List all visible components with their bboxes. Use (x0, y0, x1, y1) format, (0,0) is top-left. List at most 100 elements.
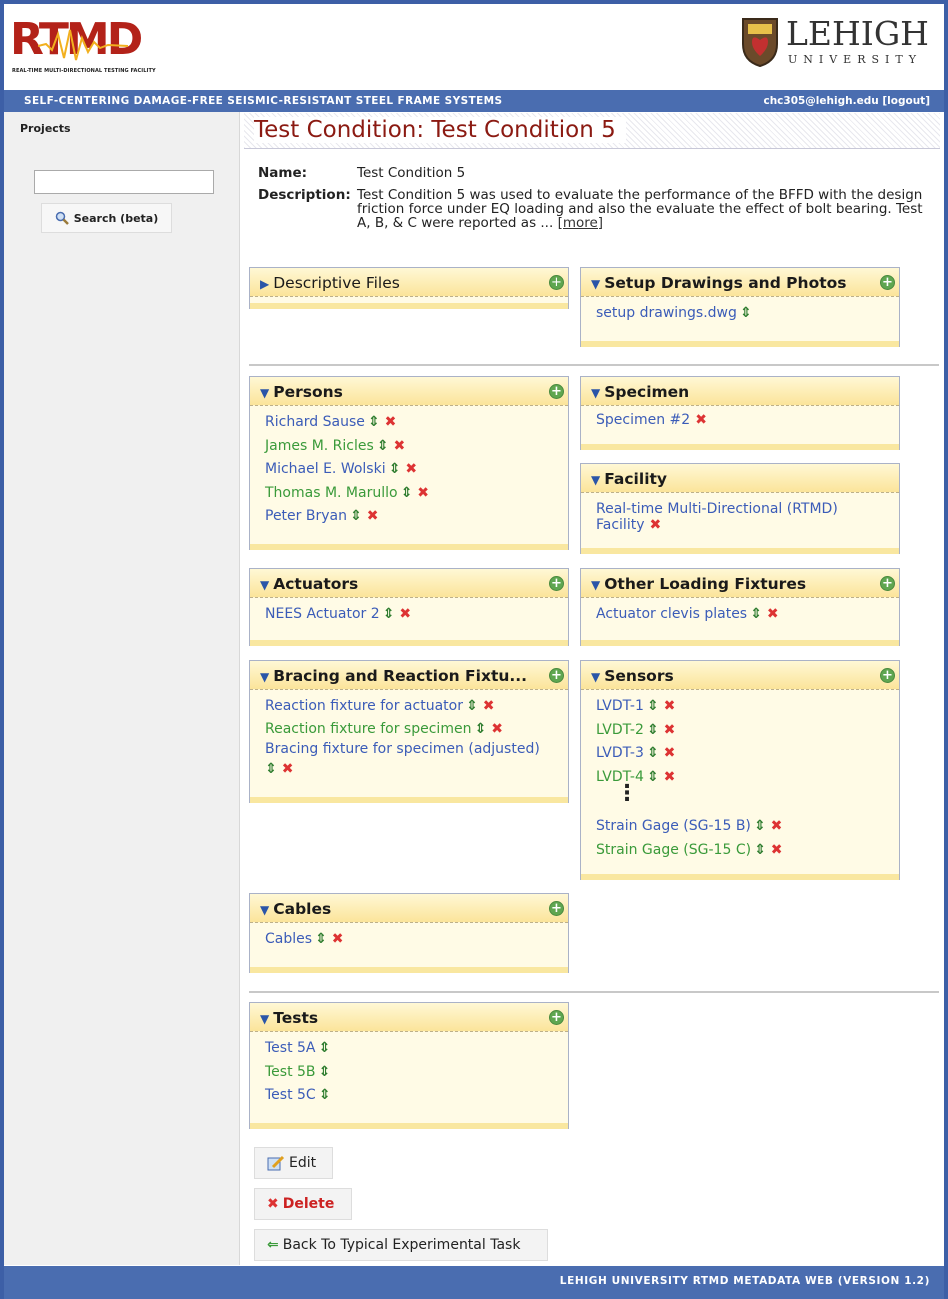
search-button[interactable]: Search (beta) (41, 203, 172, 233)
page-title-bar: Test Condition: Test Condition 5 (244, 113, 940, 149)
move-arrows-icon[interactable]: ⇕ (319, 1040, 331, 1056)
move-arrows-icon[interactable]: ⇕ (389, 461, 401, 477)
rtmd-logo[interactable]: RTMD REAL-TIME MULTI-DIRECTIONAL TESTING… (10, 18, 182, 80)
sensors-header[interactable]: ▼ Sensors + (581, 661, 899, 690)
add-circle-icon[interactable]: + (880, 668, 895, 683)
delete-x-icon[interactable]: ✖ (650, 517, 662, 533)
move-arrows-icon[interactable]: ⇕ (319, 1064, 331, 1080)
delete-x-icon[interactable]: ✖ (405, 461, 417, 477)
delete-x-icon[interactable]: ✖ (664, 745, 676, 761)
edit-button-label: Edit (289, 1155, 317, 1171)
sidebar: Projects Search (beta) (4, 112, 240, 1265)
list-item: Real-time Multi-Directional (RTMD) Facil… (596, 498, 859, 533)
move-arrows-icon[interactable]: ⇕ (754, 818, 766, 834)
delete-x-icon[interactable]: ✖ (771, 842, 783, 858)
magnifier-icon (55, 211, 69, 225)
delete-x-icon[interactable]: ✖ (771, 818, 783, 834)
delete-x-icon[interactable]: ✖ (417, 485, 429, 501)
move-arrows-icon[interactable]: ⇕ (740, 305, 752, 321)
move-arrows-icon[interactable]: ⇕ (647, 745, 659, 761)
item-link[interactable]: NEES Actuator 2 (265, 606, 380, 622)
delete-x-icon[interactable]: ✖ (695, 412, 707, 428)
add-circle-icon[interactable]: + (549, 668, 564, 683)
move-arrows-icon[interactable]: ⇕ (466, 698, 478, 714)
delete-x-icon[interactable]: ✖ (367, 508, 379, 524)
tests-header[interactable]: ▼ Tests + (250, 1003, 568, 1032)
item-link[interactable]: Actuator clevis plates (596, 606, 747, 622)
project-title[interactable]: SELF-CENTERING DAMAGE-FREE SEISMIC-RESIS… (24, 95, 503, 107)
lehigh-logo[interactable]: LEHIGH UNIVERSITY (740, 14, 940, 80)
search-input[interactable] (34, 170, 214, 194)
item-link[interactable]: Michael E. Wolski (265, 461, 386, 477)
delete-x-icon[interactable]: ✖ (664, 722, 676, 738)
add-circle-icon[interactable]: + (549, 576, 564, 591)
user-logout-link[interactable]: chc305@lehigh.edu [logout] (763, 95, 930, 107)
back-button[interactable]: ⇐ Back To Typical Experimental Task (254, 1229, 548, 1261)
item-link[interactable]: Reaction fixture for actuator (265, 698, 463, 714)
setup-drawings-header[interactable]: ▼ Setup Drawings and Photos + (581, 268, 899, 297)
move-arrows-icon[interactable]: ⇕ (750, 606, 762, 622)
item-link[interactable]: LVDT-1 (596, 698, 644, 714)
list-item: LVDT-3 ⇕ ✖ (596, 742, 899, 766)
add-circle-icon[interactable]: + (880, 275, 895, 290)
item-link[interactable]: Strain Gage (SG-15 B) (596, 818, 751, 834)
more-link[interactable]: [more] (558, 215, 604, 231)
delete-x-icon[interactable]: ✖ (664, 698, 676, 714)
delete-button[interactable]: ✖ Delete (254, 1188, 352, 1220)
delete-x-icon[interactable]: ✖ (664, 769, 676, 785)
facility-header[interactable]: ▼ Facility (581, 464, 899, 493)
item-link[interactable]: Richard Sause (265, 414, 365, 430)
move-arrows-icon[interactable]: ⇕ (265, 761, 277, 777)
delete-x-icon[interactable]: ✖ (385, 414, 397, 430)
move-arrows-icon[interactable]: ⇕ (474, 721, 486, 737)
item-link[interactable]: Test 5B (265, 1064, 316, 1080)
delete-x-icon[interactable]: ✖ (394, 438, 406, 454)
item-link[interactable]: Reaction fixture for specimen (265, 721, 471, 737)
projects-heading[interactable]: Projects (20, 122, 71, 135)
specimen-header[interactable]: ▼ Specimen (581, 377, 899, 406)
move-arrows-icon[interactable]: ⇕ (319, 1087, 331, 1103)
persons-header[interactable]: ▼ Persons + (250, 377, 568, 406)
move-arrows-icon[interactable]: ⇕ (383, 606, 395, 622)
add-circle-icon[interactable]: + (880, 576, 895, 591)
delete-x-icon[interactable]: ✖ (491, 721, 503, 737)
other-loading-fixtures-header[interactable]: ▼ Other Loading Fixtures + (581, 569, 899, 598)
item-link[interactable]: LVDT-2 (596, 722, 644, 738)
move-arrows-icon[interactable]: ⇕ (315, 931, 327, 947)
item-link[interactable]: Bracing fixture for specimen (adjusted) (265, 741, 540, 757)
item-link[interactable]: Peter Bryan (265, 508, 347, 524)
item-link[interactable]: James M. Ricles (265, 438, 374, 454)
item-link[interactable]: Test 5A (265, 1040, 316, 1056)
item-link[interactable]: Specimen #2 (596, 412, 690, 428)
actuators-header[interactable]: ▼ Actuators + (250, 569, 568, 598)
add-circle-icon[interactable]: + (549, 384, 564, 399)
add-circle-icon[interactable]: + (549, 275, 564, 290)
move-arrows-icon[interactable]: ⇕ (377, 438, 389, 454)
delete-x-icon[interactable]: ✖ (767, 606, 779, 622)
item-link[interactable]: LVDT-3 (596, 745, 644, 761)
delete-x-icon[interactable]: ✖ (399, 606, 411, 622)
item-link[interactable]: Cables (265, 931, 312, 947)
bracing-reaction-header[interactable]: ▼ Bracing and Reaction Fixtu... + (250, 661, 568, 690)
move-arrows-icon[interactable]: ⇕ (647, 698, 659, 714)
edit-button[interactable]: Edit (254, 1147, 333, 1179)
delete-x-icon[interactable]: ✖ (282, 761, 294, 777)
move-arrows-icon[interactable]: ⇕ (350, 508, 362, 524)
item-link[interactable]: Strain Gage (SG-15 C) (596, 842, 751, 858)
add-circle-icon[interactable]: + (549, 1010, 564, 1025)
cables-header[interactable]: ▼ Cables + (250, 894, 568, 923)
delete-x-icon[interactable]: ✖ (332, 931, 344, 947)
move-arrows-icon[interactable]: ⇕ (401, 485, 413, 501)
move-arrows-icon[interactable]: ⇕ (368, 414, 380, 430)
move-arrows-icon[interactable]: ⇕ (754, 842, 766, 858)
expand-triangle-icon: ▼ (591, 473, 601, 487)
delete-x-icon[interactable]: ✖ (483, 698, 495, 714)
item-link[interactable]: Real-time Multi-Directional (RTMD) Facil… (596, 501, 838, 533)
item-link[interactable]: Test 5C (265, 1087, 316, 1103)
descriptive-files-header[interactable]: ▶ Descriptive Files + (250, 268, 568, 297)
move-arrows-icon[interactable]: ⇕ (647, 722, 659, 738)
add-circle-icon[interactable]: + (549, 901, 564, 916)
item-link[interactable]: setup drawings.dwg (596, 305, 737, 321)
item-link[interactable]: Thomas M. Marullo (265, 485, 398, 501)
move-arrows-icon[interactable]: ⇕ (647, 769, 659, 785)
